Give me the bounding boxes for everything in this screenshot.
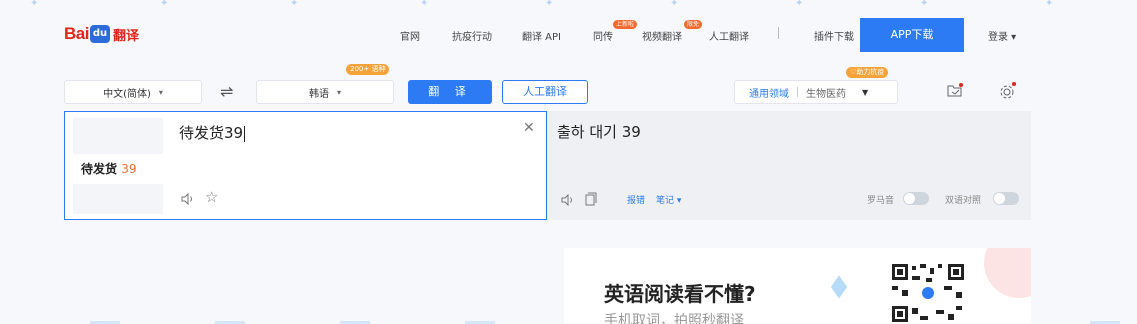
- domain-divider: [797, 87, 798, 97]
- romanization-toggle[interactable]: [903, 192, 929, 205]
- source-language-label: 中文(简体): [103, 88, 151, 100]
- background-pattern: [90, 321, 1120, 324]
- promo-decoration: [984, 248, 1031, 298]
- target-language-select[interactable]: 韩语 ▾: [256, 80, 394, 104]
- promo-card[interactable]: 英语阅读看不懂? 手机取词，拍照秒翻译: [564, 248, 1031, 324]
- nav-anti-epidemic[interactable]: 抗疫行动: [452, 28, 492, 43]
- badge-free: 限免: [684, 20, 703, 29]
- star-icon[interactable]: ☆: [205, 188, 218, 206]
- swap-languages-icon[interactable]: ⇌: [220, 82, 233, 101]
- nav-human-translate[interactable]: 人工翻译: [709, 28, 749, 43]
- support-tag: ♡助力抗疫: [846, 67, 889, 78]
- text-cursor: [244, 125, 246, 142]
- source-language-select[interactable]: 中文(简体) ▾: [64, 80, 202, 104]
- history-item[interactable]: 待发货 39: [73, 154, 163, 184]
- chevron-down-icon: ▾: [336, 87, 341, 97]
- language-count-badge: 200+ 语种: [346, 64, 390, 75]
- nav-simultaneous[interactable]: 同传: [593, 28, 613, 43]
- chevron-down-icon: ▾: [158, 87, 163, 97]
- target-panel: 출하 대기 39 报错 笔记 ▾ 罗马音 双语对照: [547, 111, 1031, 220]
- human-translate-button[interactable]: 人工翻译: [502, 80, 588, 104]
- history-item-text: 待发货: [81, 162, 118, 176]
- baidu-translate-logo[interactable]: Bai du 翻译: [64, 24, 139, 44]
- romanization-label: 罗马音: [867, 196, 895, 206]
- qr-code-icon: [890, 262, 966, 324]
- background-pattern: ✦ ✦ ✦ ✦ ✦ ✦ ✦ ✦ ✦: [30, 0, 1054, 9]
- promo-shape: [830, 275, 848, 299]
- report-error-link[interactable]: 报错: [627, 193, 645, 206]
- clear-icon[interactable]: ✕: [523, 120, 535, 136]
- domain-general[interactable]: 通用领域: [749, 85, 789, 100]
- source-panel: 待发货 39 待发货39 ✕ ☆: [64, 111, 547, 220]
- target-language-label: 韩语: [308, 88, 329, 100]
- nav-divider: [778, 27, 779, 39]
- gear-icon[interactable]: [998, 82, 1016, 100]
- logo-text: Bai: [64, 24, 89, 43]
- copy-icon[interactable]: [585, 192, 597, 206]
- speaker-icon[interactable]: [561, 194, 575, 206]
- source-input[interactable]: 待发货39: [179, 122, 246, 143]
- top-navbar: Bai du 翻译 官网 抗疫行动 翻译 API 同传 上新啦 视频翻译 限免 …: [0, 14, 1137, 54]
- login-menu[interactable]: 登录 ▾: [988, 28, 1016, 43]
- nav-translate-api[interactable]: 翻译 API: [522, 28, 561, 43]
- badge-new: 上新啦: [613, 20, 638, 29]
- source-input-text: 待发货39: [179, 124, 244, 142]
- nav-plugin-download[interactable]: 插件下载: [814, 28, 854, 43]
- nav-official-site[interactable]: 官网: [400, 28, 420, 43]
- bilingual-label: 双语对照: [945, 196, 982, 206]
- translation-output: 출하 대기 39: [557, 123, 641, 141]
- logo-paw-icon: du: [89, 25, 110, 43]
- speaker-icon[interactable]: [181, 193, 195, 205]
- history-item-number: 39: [121, 162, 137, 176]
- nav-video-translate[interactable]: 视频翻译: [642, 28, 682, 43]
- chevron-down-icon[interactable]: ▼: [862, 88, 868, 97]
- app-download-button[interactable]: APP下载: [860, 18, 964, 52]
- domain-select[interactable]: 通用领域 生物医药 ▼: [734, 80, 898, 104]
- bilingual-toggle[interactable]: [993, 192, 1019, 205]
- folder-icon[interactable]: [947, 83, 963, 97]
- promo-title: 英语阅读看不懂?: [604, 282, 756, 306]
- history-list: 待发货 39: [73, 118, 163, 214]
- translate-button[interactable]: 翻 译: [408, 80, 492, 104]
- notes-menu[interactable]: 笔记 ▾: [656, 193, 681, 206]
- domain-biomedical[interactable]: 生物医药: [806, 85, 846, 100]
- logo-product: 翻译: [112, 28, 139, 44]
